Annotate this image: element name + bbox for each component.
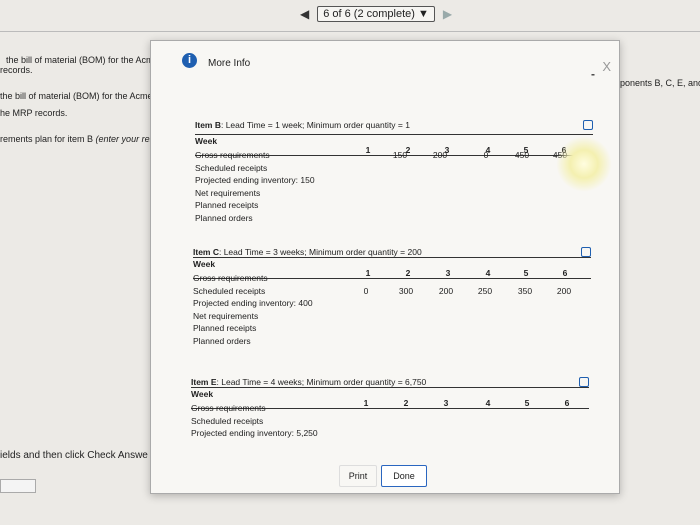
dialog-footer: Print Done (151, 461, 619, 491)
background-text-line2: records. (0, 65, 33, 75)
top-navigation: ◀ 6 of 6 (2 complete) ▼ ▶ (300, 6, 452, 22)
table-row: Scheduled receipts (191, 415, 589, 428)
row-label: Net requirements (193, 310, 259, 321)
row-label: Gross requirements (191, 403, 266, 413)
cell-value: 200 (432, 150, 448, 160)
cell-value: 0 (483, 150, 489, 160)
info-icon: i (182, 53, 197, 68)
background-text-line3: the bill of material (BOM) for the Acme … (0, 91, 162, 101)
background-text-line1: the bill of material (BOM) for the Acme … (6, 55, 168, 65)
question-progress-dropdown[interactable]: 6 of 6 (2 complete) ▼ (317, 6, 435, 22)
item-b-title: Item B: Lead Time = 1 week; Minimum orde… (195, 120, 593, 130)
close-button[interactable]: X (602, 59, 611, 74)
cell-value: 0 (363, 285, 369, 296)
cell-value: 300 (398, 285, 414, 296)
item-b-details: : Lead Time = 1 week; Minimum order quan… (220, 120, 410, 130)
screen-glare (556, 136, 612, 192)
item-c-title: Item C: Lead Time = 3 weeks; Minimum ord… (193, 247, 591, 257)
background-bottom-text: ields and then click Check Answe (0, 450, 148, 461)
done-button[interactable]: Done (381, 465, 427, 487)
minimize-button[interactable]: - (591, 67, 595, 81)
row-label: Projected ending inventory: 150 (195, 175, 315, 185)
item-e-name: Item E (191, 377, 217, 387)
more-info-dialog: i More Info - X Item B: Lead Time = 1 we… (150, 40, 620, 494)
table-row: Gross requirements (191, 402, 589, 415)
item-c-name: Item C (193, 247, 219, 257)
row-label: Planned orders (195, 212, 253, 223)
previous-question-icon[interactable]: ◀ (300, 7, 309, 21)
chevron-down-icon: ▼ (418, 8, 429, 20)
table-row: Projected ending inventory: 150 (195, 174, 593, 187)
table-row: Scheduled receipts 0 300 200 250 350 200 (193, 285, 591, 298)
table-row: Projected ending inventory: 5,250 (191, 427, 589, 440)
item-e-title: Item E: Lead Time = 4 weeks; Minimum ord… (191, 377, 589, 387)
cell-value: 150 (392, 150, 408, 160)
table-row: Planned orders (195, 212, 593, 225)
cell-value: 350 (517, 285, 533, 296)
progress-label: 6 of 6 (2 complete) (323, 8, 415, 20)
row-label: Net requirements (195, 187, 261, 198)
copy-icon[interactable] (581, 247, 591, 257)
row-label: Gross requirements (193, 273, 268, 283)
cell-value: 200 (556, 285, 572, 296)
print-button[interactable]: Print (339, 465, 377, 487)
cell-value: 200 (438, 285, 454, 296)
week-label: Week (191, 389, 214, 399)
table-row: Planned receipts (195, 199, 593, 212)
table-row: Planned receipts (193, 322, 591, 335)
background-right-text: ponents B, C, E, and (620, 78, 700, 88)
table-row: Gross requirements 150 200 0 450 450 (195, 149, 593, 162)
row-label: Scheduled receipts (193, 285, 266, 296)
item-b-name: Item B (195, 120, 221, 130)
row-label: Gross requirements (195, 150, 270, 160)
dialog-title: More Info (208, 58, 251, 69)
item-c-details: : Lead Time = 3 weeks; Minimum order qua… (218, 247, 422, 257)
row-label: Projected ending inventory: 400 (193, 298, 313, 308)
table-row: Projected ending inventory: 400 (193, 297, 591, 310)
background-text-line4: he MRP records. (0, 108, 68, 118)
copy-icon[interactable] (579, 377, 589, 387)
answer-input[interactable] (0, 479, 36, 493)
item-c-table: Item C: Lead Time = 3 weeks; Minimum ord… (193, 247, 591, 347)
row-label: Scheduled receipts (191, 415, 264, 426)
table-row: Planned orders (193, 335, 591, 348)
week-label: Week (193, 259, 216, 269)
cell-value: 450 (514, 150, 530, 160)
table-row: Net requirements (195, 187, 593, 200)
next-question-icon[interactable]: ▶ (443, 7, 452, 21)
row-label: Planned receipts (193, 323, 257, 333)
table-row: Scheduled receipts (195, 162, 593, 175)
row-label: Planned orders (193, 335, 251, 346)
dialog-header: i More Info - X (151, 41, 619, 81)
row-label: Planned receipts (195, 200, 259, 210)
background-text-line5-plain: rements plan for item B (0, 134, 96, 144)
table-row: Net requirements (193, 310, 591, 323)
row-label: Projected ending inventory: 5,250 (191, 428, 318, 438)
background-text-line5: rements plan for item B (enter your resp (0, 134, 159, 144)
item-e-table: Item E: Lead Time = 4 weeks; Minimum ord… (191, 377, 589, 440)
row-label: Scheduled receipts (195, 162, 268, 173)
header-divider (0, 31, 700, 32)
cell-value: 250 (477, 285, 493, 296)
week-label: Week (195, 136, 218, 146)
item-e-details: : Lead Time = 4 weeks; Minimum order qua… (216, 377, 427, 387)
table-row: Gross requirements (193, 272, 591, 285)
item-b-table: Item B: Lead Time = 1 week; Minimum orde… (195, 120, 593, 224)
copy-icon[interactable] (583, 120, 593, 130)
